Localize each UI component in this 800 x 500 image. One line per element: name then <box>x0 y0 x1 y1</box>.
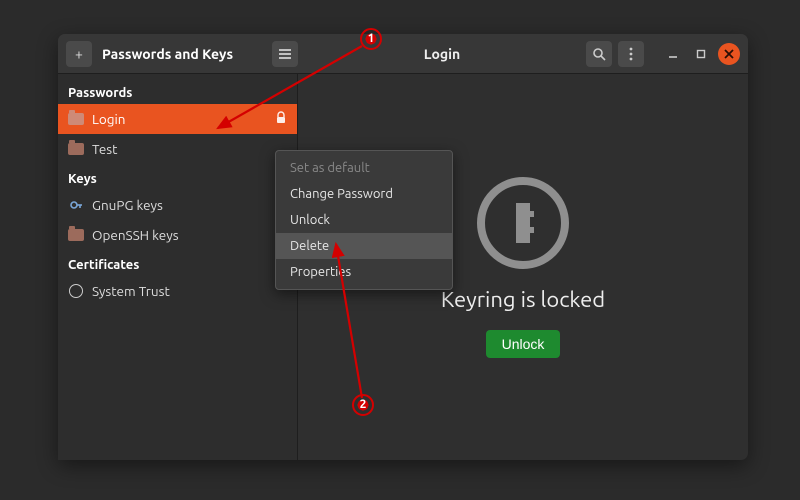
key-icon <box>68 198 84 212</box>
folder-icon <box>68 228 84 242</box>
titlebar: + Passwords and Keys Login <box>58 34 748 74</box>
window-minimize-button[interactable] <box>662 43 684 65</box>
ctx-delete[interactable]: Delete <box>276 233 452 259</box>
ctx-unlock[interactable]: Unlock <box>276 207 452 233</box>
unlock-button[interactable]: Unlock <box>486 330 561 358</box>
hamburger-menu-button[interactable] <box>272 41 298 67</box>
header-title: Login <box>298 46 586 62</box>
search-button[interactable] <box>586 41 612 67</box>
app-title: Passwords and Keys <box>102 46 233 62</box>
window-maximize-button[interactable] <box>690 43 712 65</box>
sidebar: Passwords Login Test Keys GnuPG keys Ope… <box>58 74 298 460</box>
window-close-button[interactable] <box>718 43 740 65</box>
annotation-step-2: 2 <box>352 394 374 416</box>
add-button[interactable]: + <box>66 41 92 67</box>
sidebar-item-label: Login <box>92 111 126 127</box>
ctx-properties[interactable]: Properties <box>276 259 452 285</box>
section-title-certificates: Certificates <box>58 250 297 276</box>
sidebar-item-label: OpenSSH keys <box>92 227 179 243</box>
kebab-menu-button[interactable] <box>618 41 644 67</box>
ctx-set-as-default: Set as default <box>276 155 452 181</box>
sidebar-item-openssh[interactable]: OpenSSH keys <box>58 220 297 250</box>
lock-icon <box>275 111 287 128</box>
folder-icon <box>68 112 84 126</box>
sidebar-item-label: System Trust <box>92 283 170 299</box>
keyring-locked-icon <box>477 177 569 269</box>
context-menu: Set as default Change Password Unlock De… <box>275 150 453 290</box>
sidebar-item-label: GnuPG keys <box>92 197 163 213</box>
ctx-change-password[interactable]: Change Password <box>276 181 452 207</box>
gear-icon <box>68 284 84 298</box>
sidebar-item-gnupg[interactable]: GnuPG keys <box>58 190 297 220</box>
folder-icon <box>68 142 84 156</box>
section-title-passwords: Passwords <box>58 78 297 104</box>
sidebar-item-login[interactable]: Login <box>58 104 297 134</box>
status-text: Keyring is locked <box>441 287 605 312</box>
sidebar-item-test[interactable]: Test <box>58 134 297 164</box>
sidebar-item-system-trust[interactable]: System Trust <box>58 276 297 306</box>
annotation-step-1: 1 <box>360 28 382 50</box>
sidebar-item-label: Test <box>92 141 117 157</box>
section-title-keys: Keys <box>58 164 297 190</box>
